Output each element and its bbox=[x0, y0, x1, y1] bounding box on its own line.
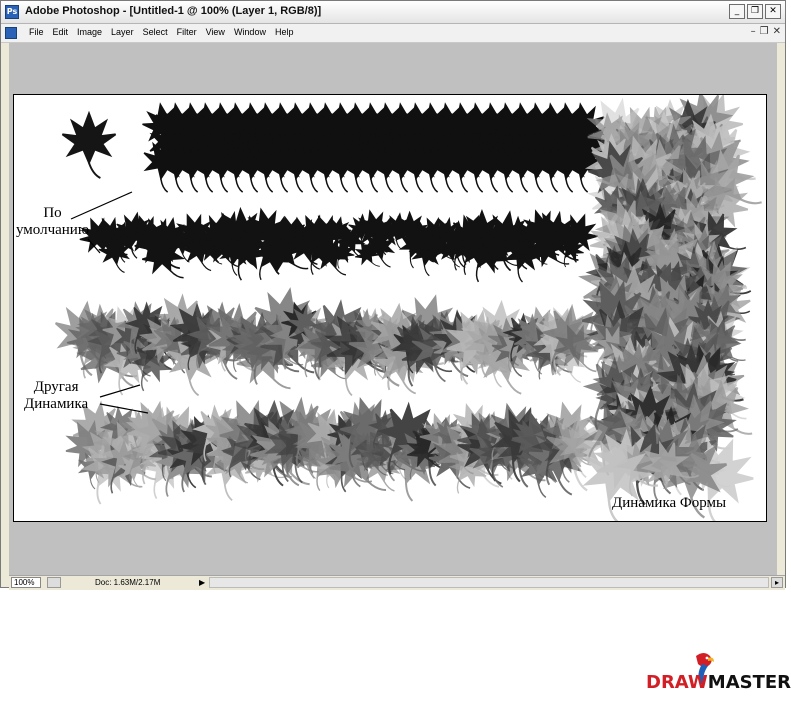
default-brush-stroke-2 bbox=[73, 202, 604, 292]
label-default: По умолчанию bbox=[16, 205, 90, 238]
document-controls: – ❐ ✕ bbox=[751, 26, 781, 37]
status-bar: 100% Doc: 1.63M/2.17M ▶ ▸ bbox=[9, 575, 785, 590]
brush-strokes-artwork bbox=[49, 95, 766, 521]
default-brush-stroke-1 bbox=[137, 99, 616, 195]
other-dynamics-stroke-2 bbox=[56, 386, 611, 513]
menu-file[interactable]: File bbox=[29, 27, 44, 37]
scroll-right-icon[interactable]: ▸ bbox=[771, 577, 783, 588]
title-bar: Ps Adobe Photoshop - [Untitled-1 @ 100% … bbox=[1, 1, 785, 24]
photoshop-app-icon[interactable]: Ps bbox=[5, 5, 19, 19]
menu-window[interactable]: Window bbox=[234, 27, 266, 37]
photoshop-window: Ps Adobe Photoshop - [Untitled-1 @ 100% … bbox=[0, 0, 786, 590]
menu-items: File Edit Image Layer Select Filter View… bbox=[29, 27, 293, 37]
logo-master-text: MASTER.RU bbox=[707, 672, 791, 693]
drawmaster-logo: DRAWMASTER.RU bbox=[646, 672, 791, 693]
menu-edit[interactable]: Edit bbox=[53, 27, 69, 37]
document-icon[interactable] bbox=[5, 27, 17, 39]
label-other-dynamics: Другая Динамика bbox=[24, 379, 89, 412]
close-button[interactable]: ✕ bbox=[765, 4, 781, 19]
doc-minimize-icon[interactable]: – bbox=[751, 26, 756, 37]
menu-help[interactable]: Help bbox=[275, 27, 294, 37]
status-menu-arrow-icon[interactable]: ▶ bbox=[199, 577, 205, 588]
document-canvas[interactable]: По умолчанию Другая Динамика Динамика Фо… bbox=[13, 94, 767, 522]
doc-close-icon[interactable]: ✕ bbox=[773, 26, 781, 37]
window-controls: _ ❐ ✕ bbox=[729, 4, 781, 19]
doc-restore-icon[interactable]: ❐ bbox=[760, 26, 769, 37]
horizontal-scrollbar[interactable] bbox=[209, 577, 769, 588]
minimize-button[interactable]: _ bbox=[729, 4, 745, 19]
logo-draw-text: DRAW bbox=[646, 672, 708, 693]
label-shape-dynamics: Динамика Формы bbox=[612, 495, 727, 511]
restore-button[interactable]: ❐ bbox=[747, 4, 763, 19]
zoom-field[interactable]: 100% bbox=[11, 577, 41, 588]
doc-info: Doc: 1.63M/2.17M bbox=[95, 578, 161, 587]
window-title: Adobe Photoshop - [Untitled-1 @ 100% (La… bbox=[25, 5, 322, 17]
menu-image[interactable]: Image bbox=[77, 27, 102, 37]
menu-select[interactable]: Select bbox=[143, 27, 168, 37]
menu-view[interactable]: View bbox=[206, 27, 225, 37]
menu-filter[interactable]: Filter bbox=[177, 27, 197, 37]
menu-layer[interactable]: Layer bbox=[111, 27, 134, 37]
menu-bar: File Edit Image Layer Select Filter View… bbox=[1, 24, 785, 43]
single-leaf-sample bbox=[61, 112, 117, 179]
status-icon[interactable] bbox=[47, 577, 61, 588]
